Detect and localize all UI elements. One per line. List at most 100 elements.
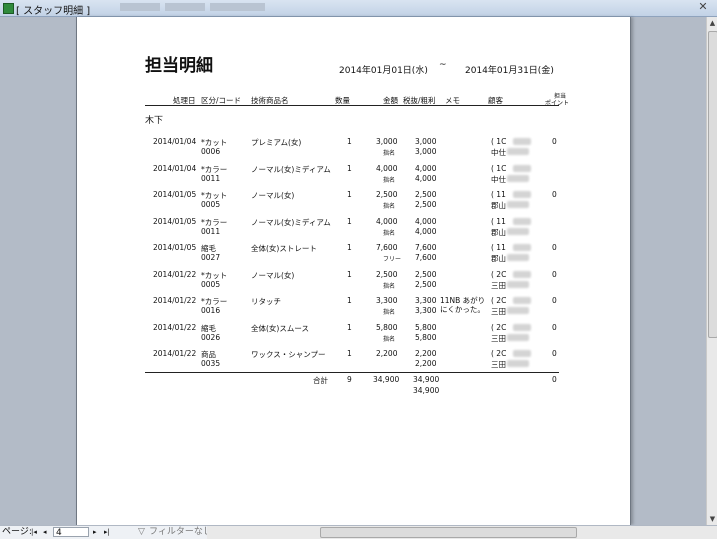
scroll-down-icon[interactable]: ▼ <box>707 513 717 525</box>
row-profit: 3,000 <box>415 147 437 156</box>
row-customer-id: ( 11 <box>491 243 506 252</box>
row-product: プレミアム(女) <box>251 138 302 147</box>
redacted-customer-id <box>513 164 531 172</box>
redacted-customer-id <box>513 138 531 145</box>
row-tax: 2,200 <box>415 349 437 358</box>
row-customer-name: 中仕 <box>491 174 506 184</box>
redacted-customer-name <box>507 227 529 235</box>
row-nomination: 指名 <box>383 335 396 343</box>
row-code: 0006 <box>201 147 221 156</box>
row-nomination: 指名 <box>383 229 396 237</box>
total-profit: 34,900 <box>413 386 440 395</box>
row-profit: 2,500 <box>415 200 437 209</box>
row-product: ノーマル(女)ミディアム <box>251 164 331 174</box>
last-page-button[interactable]: ▸| <box>104 526 110 539</box>
row-tax: 4,000 <box>415 216 437 226</box>
redacted-customer-name <box>507 360 529 367</box>
row-amount: 3,300 <box>376 296 398 305</box>
row-date: 2014/01/04 <box>153 163 197 173</box>
redacted-customer-id <box>513 350 531 357</box>
prev-page-button[interactable]: ◂ <box>43 526 47 539</box>
row-tax: 2,500 <box>415 269 437 279</box>
redacted-customer-id <box>513 191 531 198</box>
staff-name: 木下 <box>145 116 164 126</box>
row-nomination: 指名 <box>383 203 396 210</box>
inactive-tab[interactable] <box>120 3 160 11</box>
row-date: 2014/01/22 <box>153 322 197 332</box>
row-code: 0005 <box>201 279 221 289</box>
row-profit: 2,500 <box>415 279 437 289</box>
row-tax: 5,800 <box>415 322 437 332</box>
row-profit: 5,800 <box>415 332 437 342</box>
row-code: 0011 <box>201 173 221 183</box>
row-customer-id: ( 2C <box>491 269 507 279</box>
row-customer-name: 郡山 <box>491 254 506 263</box>
row-amount: 3,000 <box>376 137 398 146</box>
report-title: 担当明細 <box>145 56 213 76</box>
redacted-customer-id <box>513 270 531 278</box>
row-tax: 4,000 <box>415 163 437 173</box>
header-rule <box>145 105 559 106</box>
redacted-customer-id <box>513 323 531 331</box>
row-points: 0 <box>552 296 557 305</box>
inactive-tab[interactable] <box>165 3 205 11</box>
row-product: 全体(女)スムース <box>251 323 309 333</box>
row-points: 0 <box>552 322 557 332</box>
row-customer-id: ( 1C <box>491 163 507 173</box>
redacted-customer-name <box>507 254 529 261</box>
row-product: ノーマル(女) <box>251 270 295 280</box>
row-customer-id: ( 2C <box>491 296 507 305</box>
row-date: 2014/01/05 <box>153 216 197 226</box>
row-date: 2014/01/05 <box>153 243 197 252</box>
redacted-customer-name <box>507 333 529 341</box>
scroll-thumb[interactable] <box>708 31 717 338</box>
total-label: 合計 <box>313 376 328 385</box>
redacted-customer-id <box>513 217 531 225</box>
row-points: 0 <box>552 243 557 252</box>
total-rule <box>145 372 559 373</box>
redacted-customer-id <box>513 297 531 304</box>
row-profit: 4,000 <box>415 173 437 183</box>
row-date: 2014/01/22 <box>153 269 197 279</box>
date-to: 2014年01月31日(金) <box>465 66 554 76</box>
redacted-customer-id <box>513 244 531 251</box>
page-label: ページ: <box>2 527 32 537</box>
row-code: 0016 <box>201 306 221 315</box>
row-points: 0 <box>552 349 557 358</box>
row-tax: 3,000 <box>415 137 437 146</box>
row-points: 0 <box>552 190 557 199</box>
report-page: 担当明細 2014年01月01日(水) ~ 2014年01月31日(金) 処理日… <box>76 17 631 525</box>
horizontal-scrollbar[interactable] <box>207 526 717 539</box>
vertical-scrollbar[interactable]: ▲ ▼ <box>706 17 717 525</box>
row-amount: 2,500 <box>376 190 398 199</box>
row-product: ノーマル(女)ミディアム <box>251 217 331 227</box>
scroll-up-icon[interactable]: ▲ <box>707 17 717 29</box>
status-bar: ページ: |◂ ◂ 4 ▸ ▸| ▽ フィルターなし <box>0 525 717 539</box>
row-tax: 3,300 <box>415 296 437 305</box>
page-number-input[interactable]: 4 <box>53 527 89 538</box>
next-page-button[interactable]: ▸ <box>93 526 97 539</box>
row-tax: 2,500 <box>415 190 437 199</box>
row-amount: 2,500 <box>376 269 398 279</box>
row-date: 2014/01/04 <box>153 137 197 146</box>
row-qty: 1 <box>347 269 352 279</box>
filter-status[interactable]: フィルターなし <box>149 526 212 539</box>
filter-icon[interactable]: ▽ <box>138 526 145 539</box>
hscroll-thumb[interactable] <box>320 527 577 538</box>
row-profit: 2,200 <box>415 359 437 368</box>
row-amount: 4,000 <box>376 216 398 226</box>
row-code: 0011 <box>201 226 221 236</box>
row-customer-id: ( 2C <box>491 322 507 332</box>
total-points: 0 <box>552 375 557 384</box>
date-tilde: ~ <box>439 60 447 70</box>
row-nomination: 指名 <box>383 150 396 157</box>
row-qty: 1 <box>347 137 352 146</box>
total-amount: 34,900 <box>373 375 400 384</box>
row-customer-name: 三田 <box>491 307 506 316</box>
row-amount: 5,800 <box>376 322 398 332</box>
first-page-button[interactable]: |◂ <box>31 526 37 539</box>
row-nomination: 指名 <box>383 282 396 290</box>
inactive-tab[interactable] <box>210 3 265 11</box>
redacted-customer-name <box>507 280 529 288</box>
close-icon[interactable]: ✕ <box>693 1 713 13</box>
